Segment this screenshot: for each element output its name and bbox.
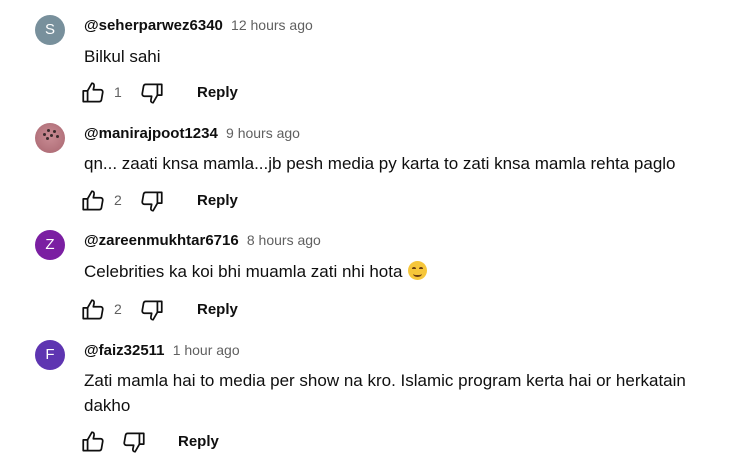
like-count: 2 [114,192,122,208]
thumbs-down-icon[interactable] [121,429,147,455]
comment-text: qn... zaati knsa mamla...jb pesh media p… [84,154,676,173]
comment-header: @seherparwez6340 12 hours ago [84,17,313,34]
comment-timestamp[interactable]: 9 hours ago [226,125,300,141]
comment-timestamp[interactable]: 8 hours ago [247,232,321,248]
avatar[interactable] [35,123,65,153]
thumbs-up-icon[interactable] [80,429,106,455]
comment-header: @manirajpoot1234 9 hours ago [84,125,300,142]
comment-text: Celebrities ka koi bhi muamla zati nhi h… [84,259,714,284]
comment-timestamp[interactable]: 1 hour ago [173,342,240,358]
avatar[interactable]: S [35,15,65,45]
thumbs-up-icon[interactable] [80,297,106,323]
thumbs-down-icon[interactable] [139,188,165,214]
avatar[interactable]: Z [35,230,65,260]
reply-button[interactable]: Reply [197,301,238,318]
like-count: 2 [114,301,122,317]
thumbs-up-icon[interactable] [80,80,106,106]
comment-author-handle[interactable]: @faiz32511 [84,342,165,359]
reply-button[interactable]: Reply [178,433,219,450]
thumbs-up-icon[interactable] [80,188,106,214]
comment-author-handle[interactable]: @manirajpoot1234 [84,125,218,142]
comment-author-handle[interactable]: @seherparwez6340 [84,17,223,34]
comment-text: Zati mamla hai to media per show na kro.… [84,371,686,415]
comment-text: Bilkul sahi [84,47,161,66]
comment-header: @faiz32511 1 hour ago [84,342,240,359]
reply-button[interactable]: Reply [197,84,238,101]
thumbs-down-icon[interactable] [139,80,165,106]
avatar[interactable]: F [35,340,65,370]
thumbs-down-icon[interactable] [139,297,165,323]
like-count: 1 [114,84,122,100]
comment-text-body: Celebrities ka koi bhi muamla zati nhi h… [84,262,403,281]
comment-timestamp[interactable]: 12 hours ago [231,17,313,33]
reply-button[interactable]: Reply [197,192,238,209]
comment-header: @zareenmukhtar6716 8 hours ago [84,232,321,249]
smiling-face-emoji-icon [408,261,428,280]
comment-author-handle[interactable]: @zareenmukhtar6716 [84,232,239,249]
